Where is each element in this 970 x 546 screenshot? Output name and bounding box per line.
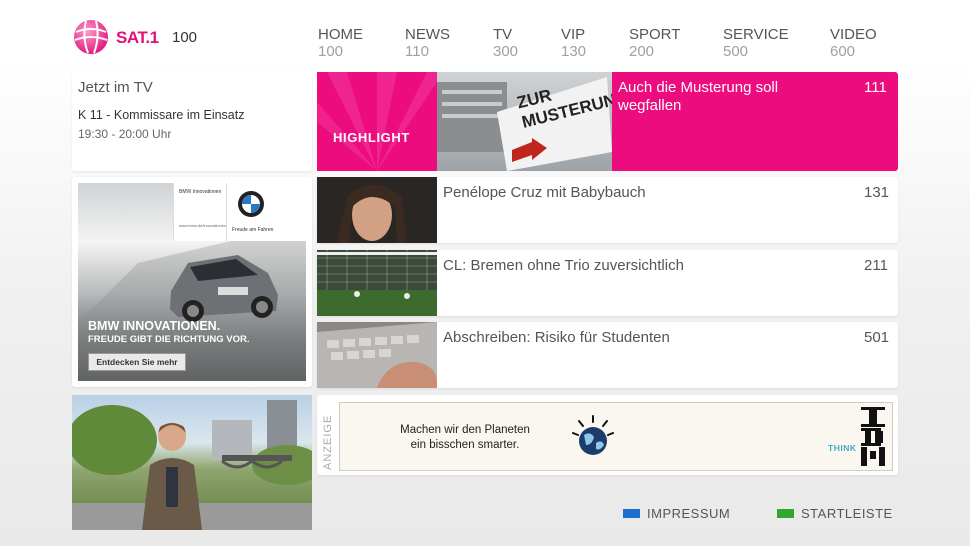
highlight-image: ZUR MUSTERUNG: [437, 72, 612, 171]
nav-news[interactable]: NEWS 110: [405, 26, 450, 60]
news-page-number: 211: [864, 257, 888, 274]
bmw-ad-cta-button[interactable]: Entdecken Sie mehr: [88, 353, 186, 371]
now-on-tv-title: Jetzt im TV: [78, 79, 153, 96]
nav-label: VIDEO: [830, 26, 877, 43]
video-scene: [72, 400, 312, 530]
startleiste-link[interactable]: STARTLEISTE: [801, 506, 893, 521]
nav-label: TV: [493, 26, 513, 43]
bmw-ad-url: www.bmw.de/innovationen: [179, 223, 227, 228]
football-goal-graphic: [317, 250, 437, 316]
nav-video[interactable]: VIDEO 600: [830, 26, 877, 60]
nav-label: HOME: [318, 26, 363, 43]
highlight-page-number: 111: [864, 79, 887, 96]
smarter-planet-icon: [572, 415, 614, 464]
impressum-link[interactable]: IMPRESSUM: [647, 506, 730, 521]
ibm-ad-line2: ein bisschen smarter.: [410, 439, 520, 451]
current-page-number: 100: [172, 29, 198, 46]
highlight-label: HIGHLIGHT: [333, 130, 410, 145]
nav-vip[interactable]: VIP 130: [561, 26, 586, 60]
ibm-think-label: THINK: [828, 443, 857, 453]
anzeige-label: ANZEIGE: [322, 414, 334, 470]
bmw-ad-top-panel: BMW Innovationen www.bmw.de/innovationen…: [173, 183, 306, 241]
bmw-ad-top-label: BMW Innovationen: [179, 189, 222, 195]
news-thumb-bremen: [317, 250, 437, 316]
sat1-logo-icon: [72, 18, 110, 56]
nav-page-number: 100: [318, 43, 344, 60]
blue-key-icon: [623, 509, 640, 518]
brand-name: SAT.1: [116, 28, 159, 47]
nav-tv[interactable]: TV 300: [493, 26, 518, 60]
video-player-thumbnail[interactable]: [72, 395, 312, 530]
nav-sport[interactable]: SPORT 200: [629, 26, 680, 60]
ibm-ad-banner[interactable]: Machen wir den Planeten ein bisschen sma…: [339, 402, 893, 471]
bmw-ad-subline: FREUDE GIBT DIE RICHTUNG VOR.: [88, 334, 250, 345]
highlight-title: Auch die Musterung soll wegfallen: [618, 79, 779, 114]
news-title: CL: Bremen ohne Trio zuversichtlich: [443, 257, 684, 274]
news-page-number: 501: [864, 329, 890, 346]
nav-home[interactable]: HOME 100: [318, 26, 363, 60]
nav-page-number: 110: [405, 43, 429, 60]
highlight-burst-graphic: [317, 72, 437, 171]
news-thumb-keyboard: [317, 322, 437, 388]
highlight-burst: [317, 72, 437, 171]
news-title: Penélope Cruz mit Babybauch: [443, 184, 646, 201]
nav-label: SERVICE: [723, 26, 789, 43]
ibm-logo-icon: [861, 407, 885, 466]
green-key-icon: [777, 509, 794, 518]
bmw-logo-icon: [238, 191, 264, 217]
nav-page-number: 500: [723, 43, 749, 60]
ibm-ad-text: Machen wir den Planeten ein bisschen sma…: [380, 423, 550, 453]
news-thumb-cruz: [317, 177, 437, 243]
nav-label: NEWS: [405, 26, 450, 43]
news-page-number: 131: [864, 184, 890, 201]
nav-service[interactable]: SERVICE 500: [723, 26, 789, 60]
cruz-portrait-graphic: [337, 184, 407, 243]
nav-page-number: 600: [830, 43, 856, 60]
bmw-ad-headline: BMW INNOVATIONEN.: [88, 319, 221, 333]
bmw-ad-divider: [226, 183, 227, 241]
nav-label: SPORT: [629, 26, 681, 43]
nav-page-number: 130: [561, 43, 587, 60]
now-on-tv-time: 19:30 - 20:00 Uhr: [78, 127, 172, 141]
keyboard-graphic: [317, 322, 437, 388]
ibm-ad-line1: Machen wir den Planeten: [400, 424, 530, 436]
bmw-ad-slogan-small: Freude am Fahren: [232, 227, 274, 233]
nav-page-number: 300: [493, 43, 519, 60]
nav-page-number: 200: [629, 43, 655, 60]
nav-label: VIP: [561, 26, 586, 43]
news-title: Abschreiben: Risiko für Studenten: [443, 329, 670, 346]
now-on-tv-show: K 11 - Kommissare im Einsatz: [78, 108, 245, 122]
bmw-ad-image[interactable]: BMW Innovationen www.bmw.de/innovationen…: [78, 183, 306, 381]
